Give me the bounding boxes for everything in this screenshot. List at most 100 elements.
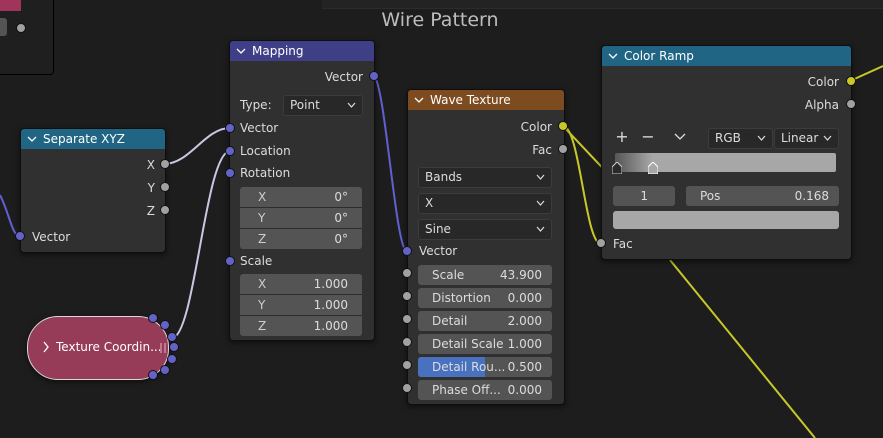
mapping-node[interactable]: Mapping Vector Type: Point Vector Locati… (229, 40, 375, 341)
mapping-title: Mapping (252, 44, 304, 58)
partial-node-socket[interactable] (16, 23, 26, 33)
partial-node-field[interactable] (0, 18, 7, 36)
link-texcoord-to-location (171, 150, 231, 339)
texcoord-socket-7[interactable] (148, 370, 158, 380)
mapping-scale-label: Scale (240, 254, 273, 268)
ramp-color-socket[interactable] (846, 76, 856, 86)
texcoord-socket-5[interactable] (167, 354, 177, 364)
wave-type-dropdown[interactable]: Bands (418, 167, 552, 188)
chevron-down-icon[interactable] (236, 44, 246, 58)
wave-detail-scale-socket[interactable] (402, 337, 412, 347)
mapping-scale-socket[interactable] (225, 256, 235, 266)
wave-scale-label: Scale (432, 268, 465, 282)
wave-scale-field[interactable]: Scale 43.900 (418, 265, 552, 285)
mapping-scale-fields[interactable]: X 1.000 Y 1.000 Z 1.000 (240, 274, 362, 336)
partial-node-top-left[interactable] (0, 0, 54, 75)
mapping-type-dropdown[interactable]: Point (283, 95, 363, 116)
chevron-down-icon[interactable] (414, 93, 424, 107)
chevron-down-icon[interactable] (608, 49, 618, 63)
ramp-stop-white[interactable] (648, 162, 658, 174)
wave-distortion-field[interactable]: Distortion 0.000 (418, 288, 552, 308)
chevron-right-icon[interactable] (42, 341, 50, 353)
separate-xyz-header[interactable]: Separate XYZ (21, 129, 165, 149)
rotation-z-field[interactable]: Z 0° (240, 229, 362, 249)
ramp-color-mode-dropdown[interactable]: RGB (708, 128, 773, 149)
separate-z-socket[interactable] (160, 205, 170, 215)
wave-vector-socket[interactable] (402, 246, 412, 256)
frame-top-edge (322, 0, 883, 9)
ramp-fac-socket[interactable] (596, 238, 606, 248)
separate-vector-socket[interactable] (15, 231, 25, 241)
wave-direction-dropdown[interactable]: X (418, 193, 552, 214)
rotation-y-field[interactable]: Y 0° (240, 208, 362, 229)
wave-scale-socket[interactable] (402, 268, 412, 278)
texcoord-socket-2[interactable] (160, 320, 170, 330)
wave-distortion-label: Distortion (432, 291, 491, 305)
scale-z-value: 1.000 (313, 319, 348, 333)
texcoord-socket-3[interactable] (167, 332, 177, 342)
separate-x-socket[interactable] (160, 159, 170, 169)
wave-detail-roughness-socket[interactable] (402, 360, 412, 370)
ramp-alpha-socket[interactable] (846, 99, 856, 109)
wave-profile-dropdown[interactable]: Sine (418, 219, 552, 240)
wave-detail-value: 2.000 (507, 314, 542, 328)
wave-texture-header[interactable]: Wave Texture (408, 90, 564, 110)
scale-y-field[interactable]: Y 1.000 (240, 295, 362, 316)
mapping-vector-label: Vector (240, 121, 279, 135)
ramp-interpolation-dropdown[interactable]: Linear (774, 128, 839, 149)
color-ramp-header[interactable]: Color Ramp (602, 46, 851, 66)
ramp-pos-field[interactable]: Pos 0.168 (686, 186, 839, 206)
chevron-down-icon (536, 174, 545, 180)
separate-xyz-node[interactable]: Separate XYZ X Y Z Vector (20, 128, 166, 253)
wave-detail-label: Detail (432, 314, 468, 328)
mapping-location-socket[interactable] (225, 146, 235, 156)
scale-z-field[interactable]: Z 1.000 (240, 316, 362, 336)
wave-detail-field[interactable]: Detail 2.000 (418, 311, 552, 331)
chevron-down-icon (536, 200, 545, 206)
separate-x-label: X (146, 158, 155, 172)
rotation-z-axis: Z (258, 232, 267, 246)
wave-texture-node[interactable]: Wave Texture Color Fac Bands X Sine Vect… (407, 89, 565, 405)
wave-direction-value: X (425, 196, 434, 210)
rotation-x-field[interactable]: X 0° (240, 187, 362, 208)
ramp-stop-index-field[interactable]: 1 (613, 186, 675, 206)
wave-distortion-value: 0.000 (507, 291, 542, 305)
remove-stop-button[interactable]: − (639, 128, 657, 146)
chevron-down-icon (536, 226, 545, 232)
mapping-header[interactable]: Mapping (230, 41, 374, 61)
ramp-stop-color-swatch[interactable] (613, 211, 839, 229)
wave-detail-roughness-slider[interactable]: Detail Rou... 0.500 (418, 357, 552, 377)
separate-y-socket[interactable] (160, 182, 170, 192)
link-wave-color-to-ramp (562, 125, 602, 245)
texcoord-socket-6[interactable] (160, 365, 170, 375)
chevron-down-icon[interactable] (27, 132, 37, 146)
scale-x-axis: X (258, 277, 267, 291)
chevron-down-icon[interactable] (674, 133, 686, 141)
partial-node-header (0, 0, 21, 11)
wave-phase-offset-field[interactable]: Phase Off... 0.000 (418, 380, 552, 400)
wave-detail-socket[interactable] (402, 314, 412, 324)
mapping-rotation-socket[interactable] (225, 168, 235, 178)
mapping-rotation-fields[interactable]: X 0° Y 0° Z 0° (240, 187, 362, 249)
wave-fac-socket[interactable] (558, 144, 568, 154)
wave-distortion-socket[interactable] (402, 291, 412, 301)
separate-xyz-title: Separate XYZ (43, 132, 125, 146)
scale-x-field[interactable]: X 1.000 (240, 274, 362, 295)
add-stop-button[interactable]: + (613, 128, 631, 146)
separate-y-label: Y (147, 181, 155, 195)
ramp-stop-black[interactable] (612, 162, 622, 174)
rotation-x-value: 0° (334, 190, 348, 204)
ramp-pos-value: 0.168 (794, 189, 829, 203)
scale-x-value: 1.000 (313, 277, 348, 291)
texcoord-socket-1[interactable] (148, 313, 158, 323)
texture-coordinate-node[interactable]: Texture Coordin... (27, 316, 169, 380)
wave-phase-offset-socket[interactable] (402, 383, 412, 393)
wave-color-socket[interactable] (558, 121, 568, 131)
scale-y-value: 1.000 (313, 298, 348, 312)
wave-detail-scale-field[interactable]: Detail Scale 1.000 (418, 334, 552, 354)
mapping-output-socket[interactable] (369, 71, 379, 81)
color-ramp-title: Color Ramp (624, 49, 694, 63)
grip-icon[interactable] (160, 343, 166, 353)
mapping-vector-socket[interactable] (225, 123, 235, 133)
texcoord-socket-4[interactable] (169, 342, 179, 352)
